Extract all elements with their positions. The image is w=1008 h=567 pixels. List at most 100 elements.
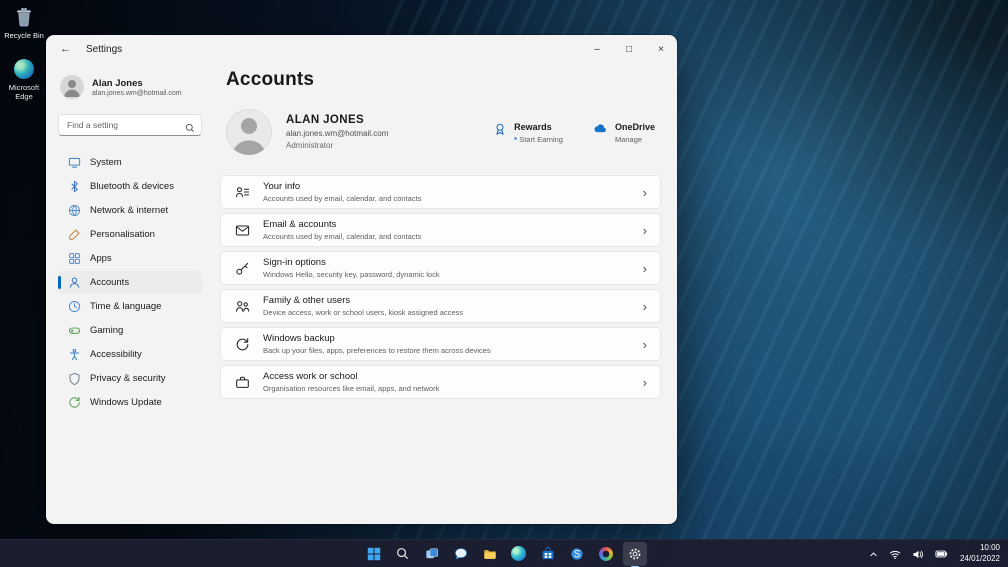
access-work-school-icon [234, 374, 250, 390]
start-button-icon[interactable] [362, 542, 386, 566]
card-title: Access work or school [263, 370, 358, 382]
user-avatar [60, 75, 84, 99]
card-subtitle: Windows Hello, security key, password, d… [263, 270, 440, 280]
sidebar-item-personalisation[interactable]: Personalisation [58, 223, 202, 246]
desktop-icon-microsoft-edge[interactable]: Microsoft Edge [0, 57, 52, 101]
email-accounts-icon [234, 222, 250, 238]
profile-role: Administrator [286, 141, 334, 150]
card-windows-backup[interactable]: Windows backup Back up your files, apps,… [220, 327, 661, 361]
search-input[interactable] [58, 114, 202, 136]
card-subtitle: Organisation resources like email, apps,… [263, 384, 440, 394]
bluetooth-icon [68, 180, 81, 193]
volume-icon[interactable] [910, 547, 926, 562]
card-subtitle: Accounts used by email, calendar, and co… [263, 232, 422, 242]
accounts-page: Accounts ALAN JONES alan.jones.wm@hotmai… [212, 63, 677, 524]
sidebar-item-label: Gaming [90, 325, 124, 336]
rewards-subtitle: Start Earning [519, 135, 563, 144]
onedrive-action[interactable]: OneDrive Manage [593, 122, 655, 144]
chat-icon[interactable] [449, 542, 473, 566]
sidebar-item-gaming[interactable]: Gaming [58, 319, 202, 342]
rewards-title: Rewards [514, 122, 552, 132]
card-title: Email & accounts [263, 218, 337, 230]
sidebar-item-time-language[interactable]: Time & language [58, 295, 202, 318]
tray-chevron-up-icon[interactable] [867, 548, 880, 561]
sidebar-item-label: Accounts [90, 277, 130, 288]
sidebar-nav: System Bluetooth & devices Network & int… [58, 151, 202, 414]
wifi-icon[interactable] [887, 547, 903, 562]
network-icon [68, 204, 81, 217]
card-title: Sign-in options [263, 256, 326, 268]
desktop-icon-recycle-bin[interactable]: Recycle Bin [0, 5, 52, 40]
search-icon [185, 120, 195, 138]
card-subtitle: Accounts used by email, calendar, and co… [263, 194, 422, 204]
sidebar-item-label: Time & language [90, 301, 162, 312]
card-title: Windows backup [263, 332, 335, 344]
sidebar-item-label: Network & internet [90, 205, 169, 216]
close-button[interactable]: × [645, 35, 677, 63]
sidebar-item-bluetooth-devices[interactable]: Bluetooth & devices [58, 175, 202, 198]
desktop-icon-label: Recycle Bin [4, 31, 44, 40]
window-title: Settings [86, 43, 123, 55]
onedrive-icon [593, 122, 608, 141]
sidebar-item-windows-update[interactable]: Windows Update [58, 391, 202, 414]
card-email-accounts[interactable]: Email & accounts Accounts used by email,… [220, 213, 661, 247]
chevron-right-icon: › [642, 222, 647, 238]
windows-backup-icon [234, 336, 250, 352]
photos-icon[interactable] [594, 542, 618, 566]
sidebar-item-label: Windows Update [90, 397, 162, 408]
sidebar-user-block[interactable]: Alan Jones alan.jones.wm@hotmail.com [58, 71, 202, 101]
settings-sidebar: Alan Jones alan.jones.wm@hotmail.com Sys… [46, 63, 212, 524]
sidebar-item-label: Apps [90, 253, 112, 264]
profile-section: ALAN JONES alan.jones.wm@hotmail.com Adm… [226, 109, 661, 155]
edge-browser-icon[interactable] [507, 542, 531, 566]
user-name: Alan Jones [92, 77, 143, 89]
file-explorer-icon[interactable] [478, 542, 502, 566]
sidebar-item-accessibility[interactable]: Accessibility [58, 343, 202, 366]
sidebar-item-label: Bluetooth & devices [90, 181, 174, 192]
card-family-other-users[interactable]: Family & other users Device access, work… [220, 289, 661, 323]
settings-app-icon[interactable] [622, 541, 647, 567]
card-subtitle: Device access, work or school users, kio… [263, 308, 464, 318]
card-subtitle: Back up your files, apps, preferences to… [263, 346, 491, 356]
gaming-icon [68, 324, 81, 337]
family-other-users-icon [234, 298, 250, 314]
sidebar-item-privacy-security[interactable]: Privacy & security [58, 367, 202, 390]
accessibility-icon [68, 348, 81, 361]
taskbar-clock[interactable]: 10:00 24/01/2022 [957, 543, 1000, 565]
sidebar-item-label: Accessibility [90, 349, 142, 360]
apps-icon [68, 252, 81, 265]
chevron-right-icon: › [642, 298, 647, 314]
titlebar[interactable]: ← Settings – □ × [46, 35, 677, 63]
profile-avatar [226, 109, 272, 155]
chevron-right-icon: › [642, 374, 647, 390]
taskbar-search-icon[interactable] [391, 542, 415, 566]
edge-icon [12, 57, 36, 81]
desktop-icon-label: Microsoft Edge [8, 83, 40, 101]
battery-icon[interactable] [933, 547, 950, 561]
taskbar: 10:00 24/01/2022 [0, 539, 1008, 567]
task-view-icon[interactable] [420, 542, 444, 566]
maximize-button[interactable]: □ [613, 35, 645, 63]
sidebar-item-apps[interactable]: Apps [58, 247, 202, 270]
card-access-work-school[interactable]: Access work or school Organisation resou… [220, 365, 661, 399]
sign-in-options-icon [234, 260, 250, 276]
settings-window: ← Settings – □ × Alan Jones alan.jones.w… [46, 35, 677, 524]
sidebar-item-accounts[interactable]: Accounts [58, 271, 202, 294]
card-sign-in-options[interactable]: Sign-in options Windows Hello, security … [220, 251, 661, 285]
rewards-action[interactable]: Rewards * Start Earning [493, 122, 563, 144]
back-button[interactable]: ← [60, 43, 78, 55]
desktop: Recycle Bin Microsoft Edge ← Settings – … [0, 0, 1008, 567]
privacy-security-icon [68, 372, 81, 385]
sidebar-item-label: Personalisation [90, 229, 155, 240]
microsoft-store-icon[interactable] [536, 542, 560, 566]
clock-time: 10:00 [979, 543, 1000, 553]
sidebar-item-network-internet[interactable]: Network & internet [58, 199, 202, 222]
minimize-button[interactable]: – [581, 35, 613, 63]
user-email: alan.jones.wm@hotmail.com [92, 89, 182, 97]
time-language-icon [68, 300, 81, 313]
system-icon [68, 156, 81, 169]
sidebar-item-system[interactable]: System [58, 151, 202, 174]
onedrive-title: OneDrive [614, 122, 655, 132]
card-your-info[interactable]: Your info Accounts used by email, calend… [220, 175, 661, 209]
skype-icon[interactable] [565, 542, 589, 566]
